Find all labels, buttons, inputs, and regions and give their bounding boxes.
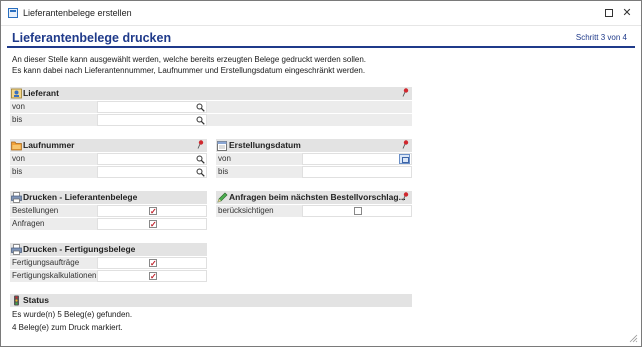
laufnummer-from-label: von (10, 153, 97, 165)
fertigungsauftraege-cell: ✓ (97, 257, 207, 269)
resize-grip-icon[interactable] (628, 333, 638, 343)
lieferant-to-label: bis (10, 114, 97, 126)
section-drucken-lieferantenbelege: Drucken - Lieferantenbelege (10, 191, 207, 204)
beruecksichtigen-label: berücksichtigen (216, 205, 302, 217)
status-marked: 4 Beleg(e) zum Druck markiert. (12, 323, 123, 332)
anfragen-label: Anfragen (10, 218, 97, 230)
beruecksichtigen-checkbox[interactable] (354, 207, 362, 215)
status-found: Es wurde(n) 5 Beleg(e) gefunden. (12, 310, 133, 319)
dialog-window: Lieferantenbelege erstellen ✕ Lieferante… (0, 0, 642, 347)
folder-icon (11, 141, 22, 151)
laufnummer-to-input[interactable] (97, 166, 207, 178)
datum-from-label: von (216, 153, 302, 165)
traffic-light-icon (14, 295, 19, 306)
section-title: Erstellungsdatum (229, 140, 301, 150)
maximize-icon (605, 9, 613, 17)
calendar-icon (217, 141, 227, 151)
datum-to-input[interactable] (302, 166, 412, 178)
section-title: Anfragen beim nächsten Bestellvorschlag.… (229, 192, 406, 202)
description-line-1: An dieser Stelle kann ausgewählt werden,… (12, 55, 366, 64)
lieferant-to-input[interactable] (97, 114, 207, 126)
section-lieferant: Lieferant (10, 87, 412, 100)
magnifier-icon[interactable] (196, 168, 205, 177)
maximize-button[interactable] (602, 6, 616, 20)
page-title: Lieferantenbelege drucken (12, 31, 172, 45)
fertigungsauftraege-checkbox[interactable]: ✓ (149, 259, 157, 268)
datum-from-input[interactable] (302, 153, 412, 165)
bestellungen-cell: ✓ (97, 205, 207, 217)
beruecksichtigen-cell (302, 205, 412, 217)
section-drucken-fertigungsbelege: Drucken - Fertigungsbelege (10, 243, 207, 256)
section-title: Status (23, 295, 49, 305)
user-icon (11, 88, 22, 99)
section-anfragen-vorschlag: Anfragen beim nächsten Bestellvorschlag.… (216, 191, 412, 204)
pin-icon[interactable] (402, 140, 409, 149)
fertigungskalkulationen-label: Fertigungskalkulationen (10, 270, 97, 282)
fertigungsauftraege-label: Fertigungsaufträge (10, 257, 97, 269)
fertigungskalkulationen-cell: ✓ (97, 270, 207, 282)
description-line-2: Es kann dabei nach Lieferantennummer, La… (12, 66, 366, 75)
magnifier-icon[interactable] (196, 103, 205, 112)
section-title: Drucken - Fertigungsbelege (23, 244, 136, 254)
section-erstellungsdatum: Erstellungsdatum (216, 139, 412, 152)
printer-icon (11, 192, 22, 203)
fertigungskalkulationen-checkbox[interactable]: ✓ (149, 272, 157, 281)
laufnummer-to-label: bis (10, 166, 97, 178)
lieferant-from-input[interactable] (97, 101, 207, 113)
title-bar: Lieferantenbelege erstellen ✕ (1, 1, 641, 26)
window-title: Lieferantenbelege erstellen (23, 8, 132, 18)
lieferant-from-label: von (10, 101, 97, 113)
header-divider (7, 46, 635, 48)
magnifier-icon[interactable] (196, 155, 205, 164)
section-title: Drucken - Lieferantenbelege (23, 192, 138, 202)
magnifier-icon[interactable] (196, 116, 205, 125)
anfragen-checkbox[interactable]: ✓ (149, 220, 157, 229)
close-button[interactable]: ✕ (620, 6, 634, 20)
section-status: Status (10, 294, 412, 307)
bestellungen-label: Bestellungen (10, 205, 97, 217)
date-picker-icon[interactable] (399, 154, 410, 164)
section-title: Lieferant (23, 88, 59, 98)
anfragen-cell: ✓ (97, 218, 207, 230)
pin-icon[interactable] (402, 88, 409, 97)
section-title: Laufnummer (23, 140, 75, 150)
app-icon (8, 8, 18, 18)
laufnummer-from-input[interactable] (97, 153, 207, 165)
pin-icon[interactable] (197, 140, 204, 149)
printer-icon (11, 244, 22, 255)
datum-to-label: bis (216, 166, 302, 178)
pin-icon[interactable] (402, 192, 409, 201)
row-filler (207, 114, 412, 126)
pencil-icon (217, 192, 228, 203)
row-filler (207, 101, 412, 113)
bestellungen-checkbox[interactable]: ✓ (149, 207, 157, 216)
section-laufnummer: Laufnummer (10, 139, 207, 152)
step-indicator: Schritt 3 von 4 (575, 33, 627, 42)
